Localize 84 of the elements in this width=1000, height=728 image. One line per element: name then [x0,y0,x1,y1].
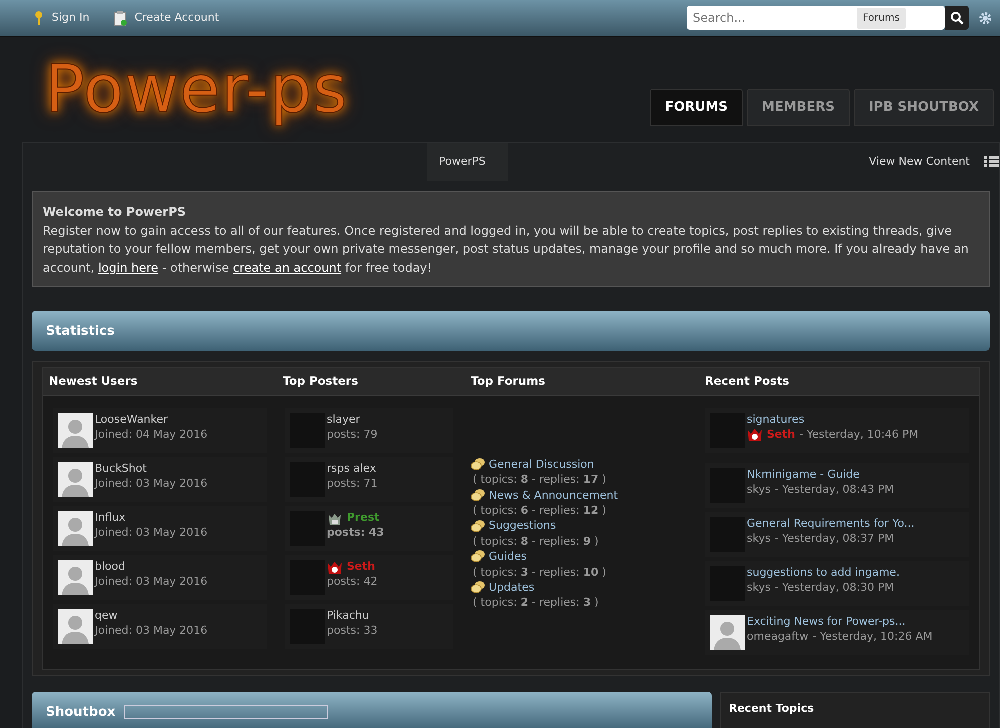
speech-bubbles-icon [471,550,485,564]
breadcrumb-link[interactable]: PowerPS [427,143,508,181]
avatar-placeholder [58,609,93,644]
post-link[interactable]: suggestions to add ingame. [747,566,900,581]
post-count: posts: 42 [327,574,378,589]
login-link[interactable]: login here [98,260,159,275]
clipboard-icon [114,10,127,26]
sign-in-link[interactable]: Sign In [34,10,90,26]
search-icon [950,12,964,24]
shoutbox-title: Shoutbox [46,704,116,722]
speech-bubbles-icon [471,488,485,502]
speech-bubbles-icon [471,458,485,472]
post-link[interactable]: Nkminigame - Guide [747,468,894,483]
post-time: - Yesterday, 08:30 PM [774,580,894,595]
user-name[interactable]: blood [95,560,208,575]
forum-link[interactable]: Suggestions [489,518,556,534]
post-link[interactable]: signatures [747,413,919,428]
user-name[interactable]: Influx [95,511,208,526]
join-date: Joined: 03 May 2016 [95,476,208,491]
welcome-title: Welcome to PowerPS [43,204,188,221]
search-button[interactable] [945,6,969,30]
section-header: Statistics [32,311,990,352]
author-name[interactable]: omeagaftw [747,630,809,644]
post-count: posts: 33 [327,624,378,638]
forum-link[interactable]: News & Announcement [489,488,618,504]
nav-tab[interactable]: MEMBERS [747,88,850,126]
nav-tab[interactable]: IPB SHOUTBOX [854,88,994,126]
post-time: - Yesterday, 10:46 PM [799,428,919,442]
create-account-link[interactable]: create an account [233,260,342,275]
column-header: Top Forums [470,373,546,390]
forum-link[interactable]: Updates [489,580,535,596]
rank-icon [747,428,763,442]
welcome-text: Register now to gain access to all of our features. Once registered and logged in, you will be able to create topics, post replies to existing threads, give reputation to your fellow members, get your own private messenger, post status updates, manage your profile and so much more. If you already have an account, login here - otherwise create an account for free today! [43,222,970,277]
join-date: Joined: 03 May 2016 [95,624,208,638]
logo[interactable]: Power-ps [45,40,348,139]
key-icon [34,11,44,25]
post-count: posts: 79 [327,428,378,442]
forum-link[interactable]: General Discussion [489,456,594,472]
join-date: Joined: 03 May 2016 [95,526,208,540]
settings-icon[interactable] [979,12,992,24]
forum-stats: ( topics: 2 - replies: 3 ) [472,595,600,611]
user-name[interactable]: Pikachu [327,609,370,624]
join-date: Joined: 04 May 2016 [95,428,208,442]
post-time: - Yesterday, 10:26 AM [812,630,933,644]
avatar-placeholder [58,560,93,596]
rank-icon [327,512,343,526]
user-name[interactable]: qew [95,609,208,624]
search-scope-button[interactable]: Forums [857,8,906,28]
list-icon[interactable] [984,156,999,167]
user-name[interactable]: LooseWanker [95,413,208,428]
post-count: posts: 71 [327,476,378,491]
post-link[interactable]: General Requirements for Yo... [747,517,915,532]
forum-stats: ( topics: 8 - replies: 17 ) [472,472,608,488]
nav-tab[interactable]: FORUMS [650,88,744,126]
forum-stats: ( topics: 3 - replies: 10 ) [472,564,608,580]
column-header: Recent Posts [704,373,790,390]
search-field[interactable]: Search... Forums [687,6,945,30]
column-header: Top Posters [282,373,360,390]
avatar-placeholder [58,413,93,448]
post-time: - Yesterday, 08:37 PM [774,532,894,546]
speech-bubbles-icon [471,581,485,594]
speech-bubbles-icon [471,520,485,533]
post-link[interactable]: Exciting News for Power-ps... [747,615,933,630]
avatar-placeholder [710,615,745,650]
forum-link[interactable]: Guides [489,549,528,565]
view-new-content-link[interactable]: View New Content [869,143,970,181]
rank-icon [327,560,343,575]
forum-stats: ( topics: 6 - replies: 12 ) [472,503,608,518]
create-account-link[interactable]: Create Account [114,10,220,26]
author-name[interactable]: skys [747,580,771,595]
user-name[interactable]: BuckShot [95,462,208,477]
user-name[interactable]: Prest [347,511,380,526]
join-date: Joined: 03 May 2016 [95,574,208,589]
recent-topics-title: Recent Topics [720,692,990,728]
forum-stats: ( topics: 8 - replies: 9 ) [472,534,600,550]
user-name[interactable]: rsps alex [327,462,376,477]
avatar-placeholder [58,462,93,498]
user-name[interactable]: slayer [327,413,360,428]
post-count: posts: 43 [327,526,384,540]
author-name[interactable]: skys [747,482,771,497]
column-header: Newest Users [48,373,139,390]
author-name[interactable]: skys [747,532,771,546]
post-time: - Yesterday, 08:43 PM [774,482,894,497]
avatar-placeholder [58,511,93,546]
